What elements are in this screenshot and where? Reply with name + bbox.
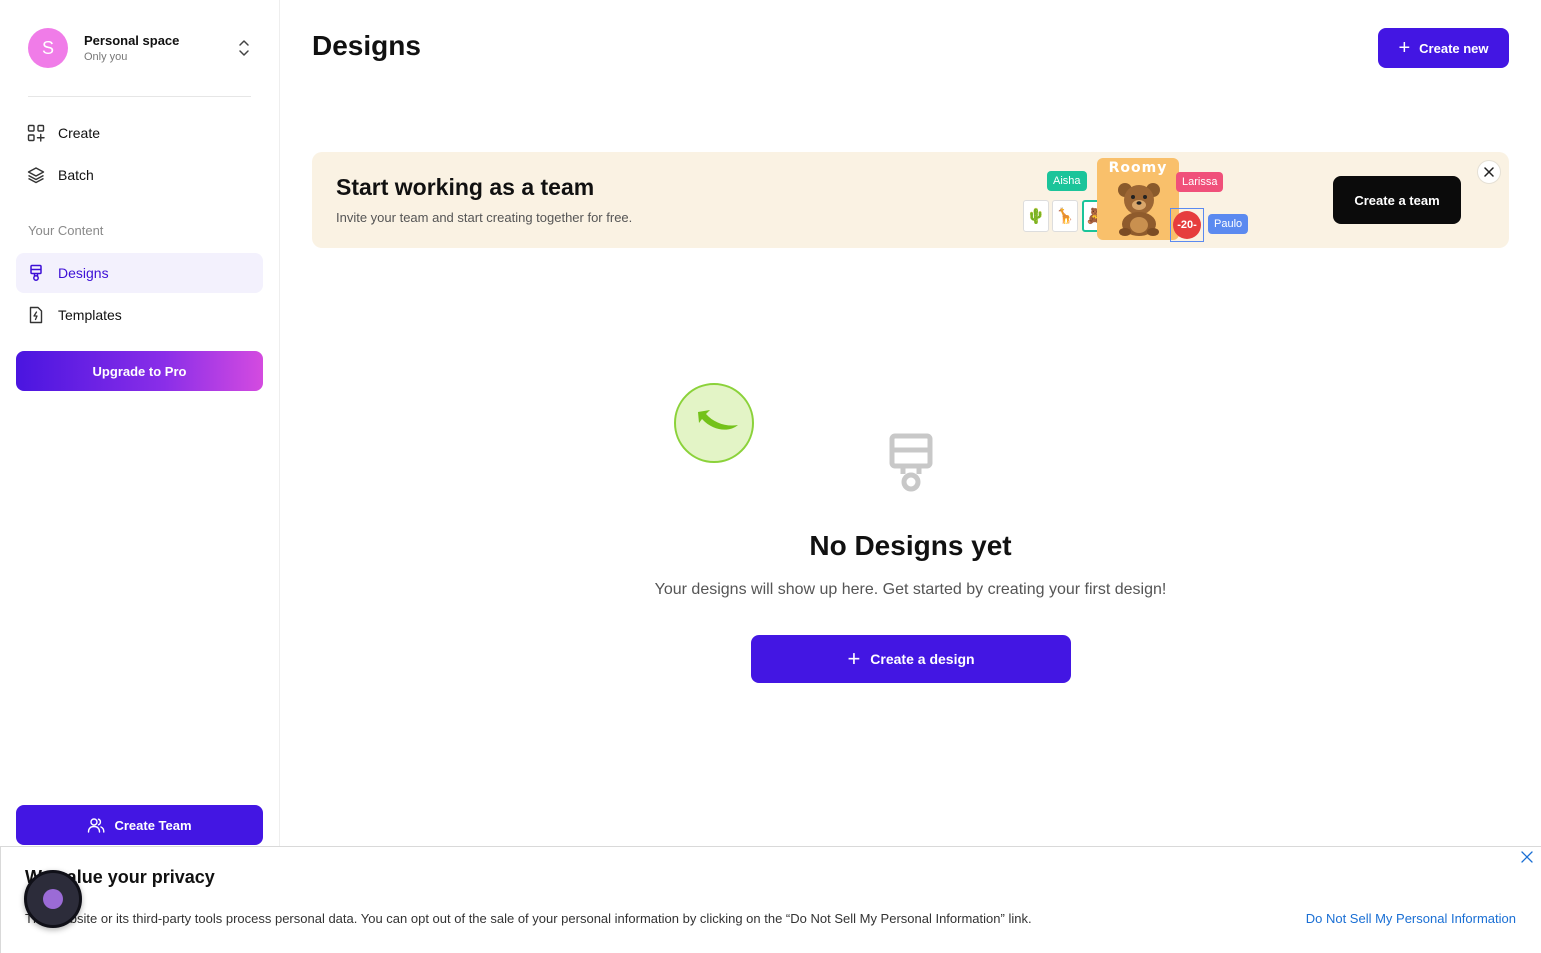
- collaborator-tag-larissa: Larissa: [1176, 172, 1224, 192]
- sale-badge: -20-: [1173, 211, 1201, 239]
- team-illustration: Aisha 🌵 🦒 🧸 Roomy Larissa -20- Paulo: [1018, 156, 1258, 248]
- workspace-subtitle: Only you: [84, 51, 128, 63]
- section-label-your-content: Your Content: [28, 223, 104, 238]
- banner-title: Start working as a team: [336, 174, 595, 200]
- poster-preview: Roomy: [1097, 158, 1179, 240]
- page-title: Designs: [312, 30, 421, 61]
- sidebar-item-designs[interactable]: Designs: [16, 253, 263, 293]
- sidebar-item-label: Batch: [58, 167, 94, 183]
- create-a-design-label: Create a design: [870, 651, 975, 667]
- avatar: S: [28, 28, 68, 68]
- chat-launcher-button[interactable]: [24, 870, 82, 928]
- create-a-design-button[interactable]: + Create a design: [751, 635, 1071, 683]
- brush-icon: [30, 264, 42, 281]
- workspace-text: Personal space Only you: [84, 33, 179, 63]
- sidebar-item-label: Templates: [58, 307, 122, 323]
- cursor-highlight: [674, 383, 754, 463]
- empty-state-title: No Designs yet: [809, 530, 1012, 561]
- sidebar-item-label: Create: [58, 125, 101, 141]
- chevron-up-down-icon[interactable]: [236, 36, 252, 60]
- plus-icon: +: [1398, 37, 1411, 59]
- team-banner: Start working as a team Invite your team…: [312, 152, 1509, 248]
- banner-close-button[interactable]: [1477, 160, 1501, 184]
- create-new-button[interactable]: + Create new: [1378, 28, 1509, 68]
- create-team-label: Create Team: [114, 817, 192, 833]
- thumbnail-plant: 🌵: [1023, 200, 1049, 232]
- sidebar-divider: [28, 96, 251, 97]
- banner-subtitle: Invite your team and start creating toge…: [336, 210, 633, 225]
- users-icon: [88, 818, 105, 833]
- empty-state-subtitle: Your designs will show up here. Get star…: [654, 581, 1167, 598]
- template-file-icon: [29, 306, 43, 324]
- create-a-team-button[interactable]: Create a team: [1333, 176, 1461, 224]
- thumbnail-giraffe: 🦒: [1052, 200, 1078, 232]
- sidebar: S Personal space Only you Create Batch Y…: [0, 0, 280, 953]
- plus-icon: +: [847, 646, 861, 671]
- close-icon: [1484, 167, 1494, 177]
- poster-title: Roomy: [1108, 160, 1168, 176]
- arrow-cursor-icon: [698, 410, 738, 430]
- close-icon[interactable]: [1521, 851, 1533, 863]
- collaborator-tag-paulo: Paulo: [1208, 214, 1249, 234]
- sidebar-item-create[interactable]: Create: [16, 113, 263, 153]
- create-new-label: Create new: [1419, 40, 1489, 56]
- sidebar-item-batch[interactable]: Batch: [16, 155, 263, 195]
- layers-icon: [27, 167, 45, 184]
- privacy-text: This website or its third-party tools pr…: [25, 911, 1032, 926]
- create-team-button[interactable]: Create Team: [16, 805, 263, 845]
- sidebar-item-templates[interactable]: Templates: [16, 295, 263, 335]
- collaborator-tag-aisha: Aisha: [1047, 171, 1087, 191]
- upgrade-to-pro-button[interactable]: Upgrade to Pro: [16, 351, 263, 391]
- workspace-name: Personal space: [84, 33, 180, 48]
- selection-box: -20-: [1170, 208, 1204, 242]
- teddy-bear-image: [1118, 183, 1160, 236]
- workspace-switcher[interactable]: S Personal space Only you: [28, 28, 252, 68]
- chat-icon: [43, 889, 63, 909]
- privacy-notice: We value your privacy This website or it…: [0, 846, 1541, 953]
- sidebar-item-label: Designs: [58, 265, 109, 281]
- do-not-sell-link[interactable]: Do Not Sell My Personal Information: [1306, 911, 1516, 926]
- brush-icon: [889, 433, 933, 492]
- create-grid-icon: [27, 124, 45, 142]
